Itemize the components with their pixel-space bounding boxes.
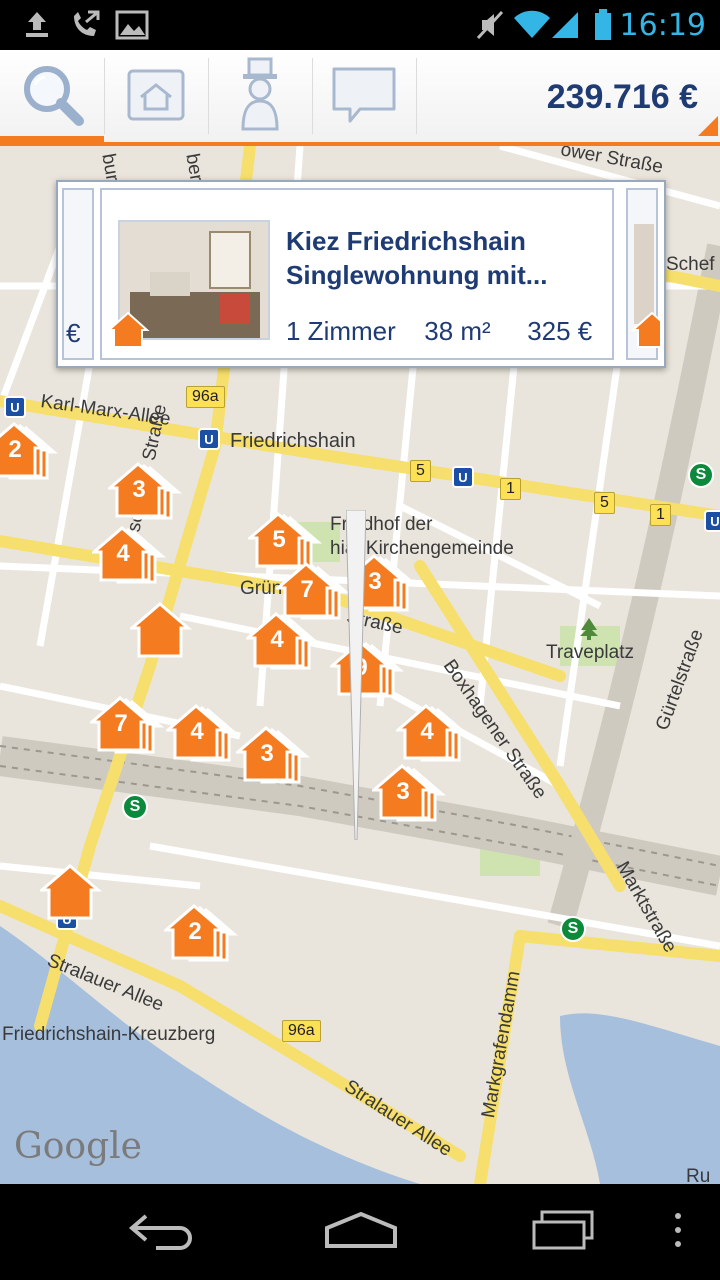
listing-cluster-marker[interactable]: 4 — [393, 702, 471, 768]
call-forward-icon — [68, 8, 102, 47]
house-marker-icon — [630, 310, 674, 355]
route-badge-96a-bottom: 96a — [282, 1020, 321, 1042]
listing-meta: 1 Zimmer 38 m² 325 € — [286, 316, 592, 347]
house-marker-icon — [127, 602, 193, 658]
listing-card[interactable]: Kiez Friedrichshain Singlewohnung mit...… — [100, 188, 614, 360]
route-badge-1b: 1 — [650, 504, 671, 526]
search-icon — [17, 59, 87, 134]
marker-count: 7 — [300, 576, 314, 603]
route-badge-96a-top: 96a — [186, 386, 225, 408]
listing-cluster-marker[interactable]: 9 — [327, 638, 405, 704]
listing-cluster-marker[interactable]: 3 — [369, 762, 447, 828]
saved-tab[interactable] — [104, 50, 208, 142]
battery-icon — [592, 8, 614, 47]
active-tab-indicator — [0, 136, 104, 142]
marker-count: 3 — [396, 778, 410, 805]
agent-tab[interactable] — [208, 50, 312, 142]
marker-count: 4 — [420, 718, 434, 745]
popup-pointer — [346, 510, 366, 840]
google-logo: Google — [14, 1126, 142, 1167]
house-marker-icon — [37, 864, 103, 920]
label-ru: Ru — [686, 1166, 711, 1184]
listing-preview-popup[interactable]: € Kiez Friedrichshain Singlewohnung mit.… — [56, 180, 674, 368]
marker-count: 2 — [188, 918, 202, 945]
back-button[interactable] — [116, 1202, 206, 1262]
route-badge-1a: 1 — [500, 478, 521, 500]
messages-tab[interactable] — [312, 50, 416, 142]
u-bahn-icon: U — [452, 466, 474, 488]
route-badge-5b: 5 — [594, 492, 615, 514]
marker-count: 4 — [270, 626, 284, 653]
listing-cluster-marker[interactable]: 3 — [105, 460, 183, 526]
app-toolbar: 239.716 € — [0, 50, 720, 146]
u-bahn-icon: U — [704, 510, 720, 532]
upload-icon — [20, 8, 54, 47]
listing-price: 325 € — [527, 316, 593, 346]
system-nav-bar — [0, 1184, 720, 1280]
wifi-icon — [512, 8, 552, 47]
listing-cluster-marker[interactable]: 4 — [163, 702, 241, 768]
route-badge-5a: 5 — [410, 460, 431, 482]
search-tab[interactable] — [0, 50, 104, 142]
recent-apps-icon — [528, 1210, 598, 1255]
marker-count: 2 — [8, 436, 22, 463]
overflow-menu-button[interactable] — [636, 1202, 720, 1262]
listing-cluster-marker[interactable]: 4 — [243, 610, 321, 676]
next-listing-peek[interactable] — [626, 188, 674, 360]
park-tree-icon — [578, 616, 600, 645]
marker-count: 5 — [272, 526, 286, 553]
marker-count: 4 — [116, 540, 130, 567]
previous-listing-peek[interactable]: € — [62, 188, 94, 360]
label-schef: Schef — [666, 254, 715, 275]
house-folder-icon — [123, 63, 189, 130]
listing-cluster-marker[interactable]: 7 — [87, 694, 165, 760]
marker-count: 3 — [260, 740, 274, 767]
listing-area: 38 m² — [424, 316, 491, 346]
listing-rooms: 1 Zimmer — [286, 316, 396, 346]
listing-cluster-marker[interactable]: 3 — [233, 724, 311, 790]
speech-bubble-icon — [328, 61, 400, 132]
budget-display[interactable]: 239.716 € — [547, 78, 698, 117]
signal-icon — [550, 8, 580, 47]
listing-title: Kiez Friedrichshain Singlewohnung mit... — [286, 226, 548, 290]
status-bar: 16:19 — [0, 0, 720, 50]
u-bahn-icon: U — [4, 396, 26, 418]
label-friedrichshain: Friedrichshain — [230, 430, 356, 452]
mute-icon — [474, 8, 506, 47]
marker-count: 3 — [132, 476, 146, 503]
listing-cluster-marker[interactable] — [127, 600, 204, 666]
marker-count: 7 — [114, 710, 128, 737]
previous-listing-price: € — [66, 318, 81, 348]
label-ber: ber — [181, 152, 207, 183]
home-icon — [323, 1210, 399, 1255]
house-marker-icon — [106, 310, 150, 355]
butler-icon — [235, 57, 285, 136]
listing-cluster-marker[interactable]: 4 — [89, 524, 167, 590]
listing-cluster-marker[interactable]: 2 — [0, 420, 59, 486]
image-icon — [114, 8, 150, 47]
overflow-menu-icon — [673, 1210, 683, 1255]
label-friedrichshain-kreuzberg: Friedrichshain-Kreuzberg — [2, 1024, 216, 1045]
s-bahn-icon: S — [688, 462, 714, 488]
budget-dropdown-indicator — [698, 116, 718, 136]
label-traveplatz: Traveplatz — [546, 642, 634, 663]
s-bahn-icon: S — [560, 916, 586, 942]
label-bur: bur — [97, 152, 123, 183]
recent-apps-button[interactable] — [518, 1202, 608, 1262]
listing-cluster-marker[interactable] — [37, 862, 114, 928]
listing-cluster-marker[interactable]: 2 — [161, 902, 239, 968]
back-icon — [126, 1210, 196, 1255]
home-button[interactable] — [316, 1202, 406, 1262]
s-bahn-icon: S — [122, 794, 148, 820]
marker-count: 4 — [190, 718, 204, 745]
u-bahn-icon: U — [198, 428, 220, 450]
clock: 16:19 — [619, 8, 706, 43]
